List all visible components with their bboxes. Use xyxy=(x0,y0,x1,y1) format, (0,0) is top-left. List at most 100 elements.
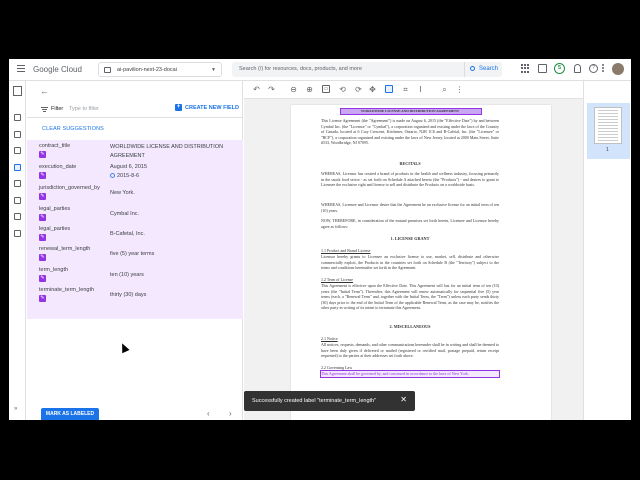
search-icon xyxy=(470,66,475,71)
apps-grid-icon[interactable] xyxy=(521,64,530,73)
avatar[interactable] xyxy=(612,63,624,75)
governing-law-highlight[interactable]: This Agreement shall be governed by, and… xyxy=(320,370,500,378)
rotate-left-icon[interactable]: ⟲ xyxy=(338,85,347,94)
next-document-icon[interactable]: › xyxy=(229,409,232,418)
field-type-icon: ✎ xyxy=(39,234,46,241)
bounding-box-tool-icon[interactable] xyxy=(385,85,393,93)
undo-icon[interactable]: ↶ xyxy=(252,85,261,94)
mark-as-labeled-button[interactable]: MARK AS LABELED xyxy=(41,408,99,420)
field-value[interactable]: New York. xyxy=(110,190,135,196)
field-row[interactable]: term_length ✎ ten (10) years xyxy=(27,266,243,286)
page-thumbnail[interactable] xyxy=(594,107,622,144)
document-ai-icon[interactable] xyxy=(13,86,22,96)
field-type-icon: ✎ xyxy=(39,172,46,179)
field-row[interactable]: renewal_term_length ✎ five (5) year term… xyxy=(27,245,243,265)
screen: Google Cloud ai-pavilion-next-23-docai ▼… xyxy=(9,59,631,420)
section-2-1-title: 2.1 Notice xyxy=(321,336,338,341)
bell-icon[interactable] xyxy=(574,64,581,73)
datasets-icon[interactable] xyxy=(14,164,21,171)
menu-icon[interactable] xyxy=(17,65,25,73)
field-value[interactable]: August 6, 2015 xyxy=(110,164,147,170)
chevron-down-icon: ▼ xyxy=(211,67,216,73)
document-title: WORLDWIDE LICENSE AND DISTRIBUTION AGREE… xyxy=(360,109,460,113)
field-value[interactable]: B-Cafetal, Inc. xyxy=(110,231,145,237)
document-page: WORLDWIDE LICENSE AND DISTRIBUTION AGREE… xyxy=(291,105,551,420)
search-doc-icon[interactable]: ⌕ xyxy=(440,85,449,94)
filter-input[interactable]: Type to filter xyxy=(69,106,99,112)
field-type-icon: ✎ xyxy=(39,254,46,261)
field-value[interactable]: ten (10) years xyxy=(110,272,144,278)
field-name: term_length xyxy=(39,267,69,273)
app-logo[interactable]: Google Cloud xyxy=(33,65,82,74)
zoom-in-icon[interactable]: ⊕ xyxy=(305,85,314,94)
paragraph-now-therefore[interactable]: NOW, THEREFORE, in consideration of the … xyxy=(321,218,499,229)
close-icon[interactable]: ✕ xyxy=(400,396,407,404)
field-row[interactable]: legal_parties ✎ Cymbal Inc. xyxy=(27,205,243,225)
expand-rail-icon[interactable]: » xyxy=(14,406,17,412)
more-vert-icon[interactable] xyxy=(602,64,605,73)
search-input[interactable]: Search (/) for resources, docs, products… xyxy=(232,62,485,77)
document-viewer: ↶ ↷ ⊖ ⊕ ▭ ⟲ ⟳ ✥ ⌗ I ⌕ ⋮ WORLDWIDE LICENS… xyxy=(244,81,583,420)
dashboard-icon[interactable] xyxy=(14,114,21,121)
search-button[interactable]: Search xyxy=(464,62,502,77)
section-1-2-text[interactable]: This Agreement is effective upon the Eff… xyxy=(321,283,499,311)
more-vert-icon[interactable]: ⋮ xyxy=(455,85,464,94)
storage-icon[interactable] xyxy=(14,213,21,220)
select-text-icon[interactable]: ⌗ xyxy=(401,85,410,94)
field-type-icon: ✎ xyxy=(39,295,46,302)
snackbar: Successfully created label "terminate_te… xyxy=(244,391,415,411)
workbench-icon[interactable] xyxy=(14,180,21,187)
create-new-field-button[interactable]: + CREATE NEW FIELD xyxy=(175,104,239,111)
paragraph-intro[interactable]: This License Agreement (the "Agreement")… xyxy=(321,118,499,146)
notification-count-icon[interactable]: 5 xyxy=(554,63,565,74)
field-type-icon: ✎ xyxy=(39,151,46,158)
page-thumbnails: 1 xyxy=(583,81,631,420)
field-name: contract_title xyxy=(39,143,71,149)
processors-icon[interactable] xyxy=(14,131,21,138)
rotate-right-icon[interactable]: ⟳ xyxy=(354,85,363,94)
field-type-icon: ✎ xyxy=(39,275,46,282)
field-value[interactable]: five (5) year terms xyxy=(110,251,154,257)
top-bar: Google Cloud ai-pavilion-next-23-docai ▼… xyxy=(9,59,631,81)
panel-footer: MARK AS LABELED ‹ › xyxy=(27,406,243,420)
move-icon[interactable]: ✥ xyxy=(368,85,377,94)
cloud-shell-icon[interactable] xyxy=(538,64,547,73)
project-name: ai-pavilion-next-23-docai xyxy=(117,67,177,73)
gallery-icon[interactable] xyxy=(14,147,21,154)
paragraph-whereas-1[interactable]: WHEREAS, Licensor has created a brand of… xyxy=(321,171,499,188)
section-1-1-title: 1.1 Product and Brand License xyxy=(321,248,371,253)
field-type-icon: ✎ xyxy=(39,193,46,200)
fields-panel: ← Filter Type to filter + CREATE NEW FIE… xyxy=(27,81,243,420)
back-arrow-icon[interactable]: ← xyxy=(40,86,49,96)
project-selector[interactable]: ai-pavilion-next-23-docai ▼ xyxy=(98,62,222,77)
left-rail: » xyxy=(9,81,26,420)
field-row[interactable]: execution_date ✎ August 6, 2015 2015-8-6 xyxy=(27,163,243,183)
settings-icon[interactable] xyxy=(14,197,21,204)
section-1-heading: 1. LICENSE GRANT xyxy=(390,236,430,241)
text-cursor-icon[interactable]: I xyxy=(416,85,425,94)
field-value[interactable]: thirty (30) days xyxy=(110,292,146,298)
field-value[interactable]: WORLDWIDE LICENSE AND DISTRIBUTION AGREE… xyxy=(110,143,225,161)
clear-suggestions-button[interactable]: CLEAR SUGGESTIONS xyxy=(42,126,104,132)
paragraph-whereas-2[interactable]: WHEREAS, Licensee and Licensor desire th… xyxy=(321,202,499,213)
field-normalized-value: 2015-8-6 xyxy=(110,173,139,179)
section-1-2-title: 1.2 Term of License xyxy=(321,277,354,282)
section-1-1-text[interactable]: Licensor hereby grants to Licensee an ex… xyxy=(321,254,499,271)
field-value[interactable]: Cymbal Inc. xyxy=(110,211,139,217)
filter-icon xyxy=(41,107,48,113)
fit-page-icon[interactable]: ▭ xyxy=(322,85,330,93)
redo-icon[interactable]: ↷ xyxy=(267,85,276,94)
field-row[interactable]: terminate_term_length ✎ thirty (30) days xyxy=(27,286,243,306)
section-2-1-text[interactable]: All notices, requests, demands, and othe… xyxy=(321,342,499,359)
help-icon[interactable]: ? xyxy=(589,64,598,73)
users-icon[interactable] xyxy=(14,230,21,237)
field-row[interactable]: contract_title ✎ WORLDWIDE LICENSE AND D… xyxy=(27,142,243,162)
normalized-date: 2015-8-6 xyxy=(117,173,140,179)
filter-bar: Filter Type to filter + CREATE NEW FIELD xyxy=(27,100,243,118)
thumbnail-page-number: 1 xyxy=(606,147,609,153)
previous-document-icon[interactable]: ‹ xyxy=(207,409,210,418)
field-row[interactable]: jurisdiction_governed_by ✎ New York. xyxy=(27,184,243,204)
field-row[interactable]: legal_parties ✎ B-Cafetal, Inc. xyxy=(27,225,243,245)
zoom-out-icon[interactable]: ⊖ xyxy=(289,85,298,94)
search-placeholder: Search (/) for resources, docs, products… xyxy=(239,66,362,72)
